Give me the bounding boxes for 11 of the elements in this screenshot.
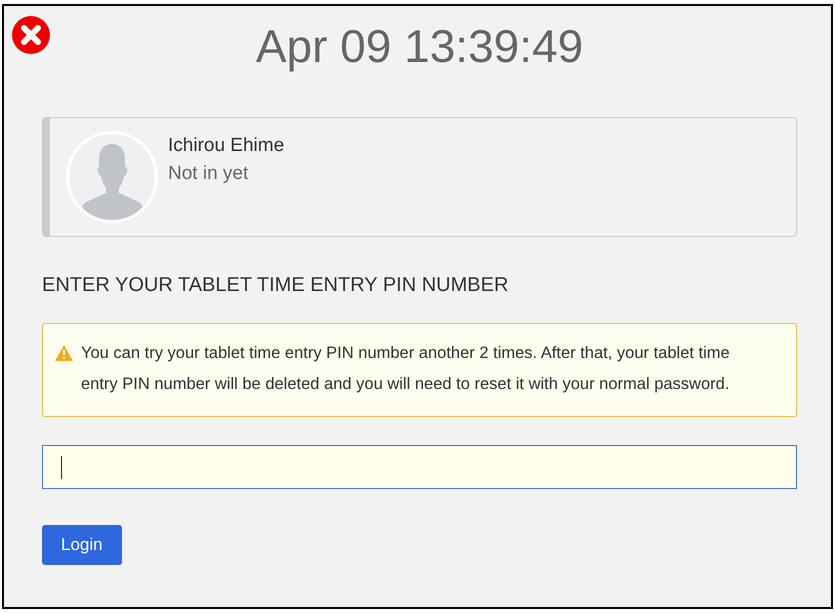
text-cursor (61, 456, 62, 479)
pin-input-field[interactable] (42, 445, 797, 489)
employee-name: Ichirou Ehime (168, 134, 284, 158)
avatar-icon (66, 131, 158, 223)
employee-status: Not in yet (168, 162, 250, 186)
pin-heading: ENTER YOUR TABLET TIME ENTRY PIN NUMBER (42, 273, 510, 297)
close-icon[interactable] (12, 16, 50, 54)
warning-message: You can try your tablet time entry PIN number another 2 times. After that, your tablet time entry PIN number will be deleted and you will need to reset it with your normal password. (81, 343, 731, 395)
login-button[interactable]: Login (42, 525, 122, 565)
warning-icon (55, 345, 73, 361)
clock-text: Apr 09 13:39:49 (256, 20, 584, 72)
